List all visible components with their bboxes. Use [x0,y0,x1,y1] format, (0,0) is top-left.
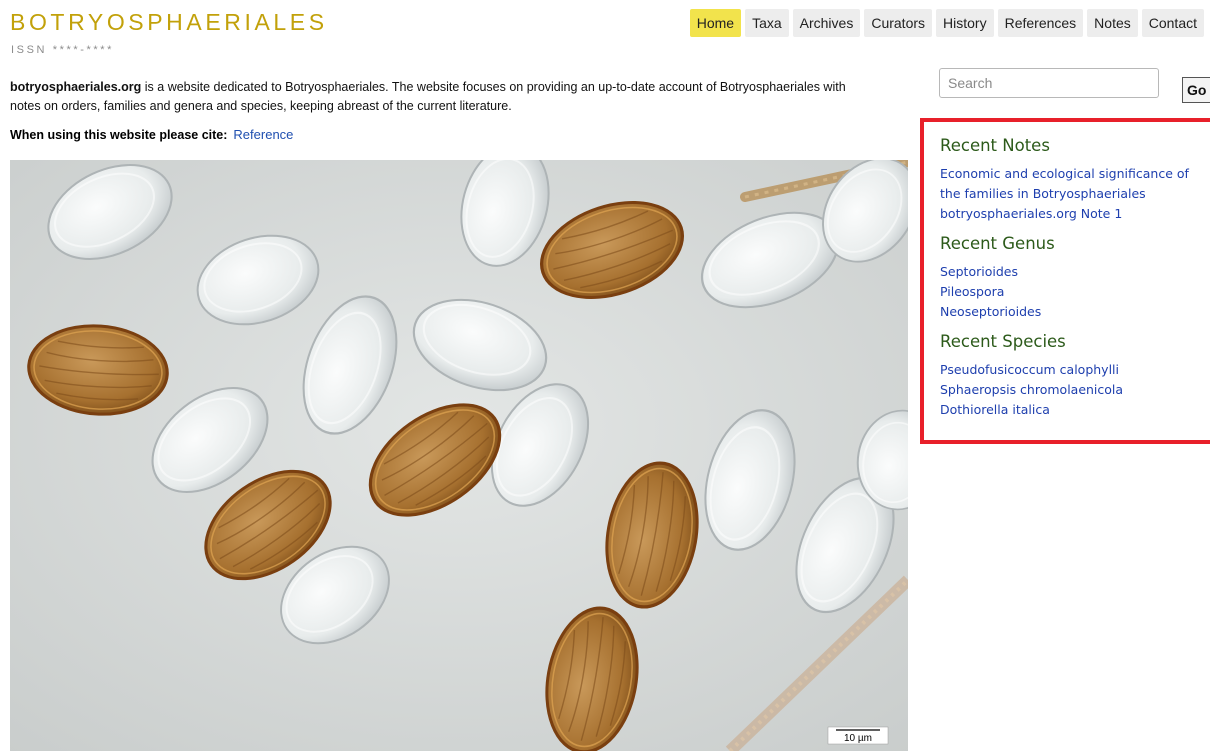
main-nav: Home Taxa Archives Curators History Refe… [689,9,1204,37]
citation-label: When using this website please cite: [10,128,228,142]
nav-contact[interactable]: Contact [1141,9,1204,37]
go-button[interactable]: Go [1182,77,1210,103]
issn-label: ISSN ****-**** [11,44,115,56]
nav-references[interactable]: References [997,9,1084,37]
nav-home[interactable]: Home [689,9,742,37]
recent-species-list: Pseudofusicoccum calophylli Sphaeropsis … [940,360,1210,420]
nav-notes[interactable]: Notes [1087,9,1138,37]
citation-line: When using this website please cite: Refe… [10,127,293,142]
search-input[interactable] [939,68,1159,98]
nav-archives[interactable]: Archives [792,9,861,37]
recent-genus-link[interactable]: Septorioides [940,262,1210,282]
recent-genus-link[interactable]: Neoseptorioides [940,302,1210,322]
recent-sidebar: Recent Notes Economic and ecological sig… [920,118,1210,444]
intro-paragraph: botryosphaeriales.org is a website dedic… [10,78,870,116]
recent-genus-heading: Recent Genus [940,234,1055,253]
recent-notes-heading: Recent Notes [940,136,1050,155]
scale-bar-label: 10 µm [844,733,872,744]
recent-notes-list: Economic and ecological significance of … [940,164,1210,224]
micrograph-illustration: 10 µm [10,160,908,751]
recent-species-link[interactable]: Dothiorella italica [940,400,1210,420]
recent-species-link[interactable]: Sphaeropsis chromolaenicola [940,380,1210,400]
recent-genus-list: Septorioides Pileospora Neoseptorioides [940,262,1210,322]
reference-link[interactable]: Reference [233,127,293,142]
recent-species-link[interactable]: Pseudofusicoccum calophylli [940,360,1210,380]
recent-note-line[interactable]: Economic and ecological significance of [940,164,1210,184]
recent-genus-link[interactable]: Pileospora [940,282,1210,302]
site-name: botryosphaeriales.org [10,80,142,94]
recent-species-heading: Recent Species [940,332,1066,351]
recent-note-line[interactable]: botryosphaeriales.org Note 1 [940,204,1210,224]
hero-micrograph: 10 µm [10,160,908,751]
nav-history[interactable]: History [936,9,994,37]
nav-curators[interactable]: Curators [864,9,933,37]
site-logo[interactable]: BOTRYOSPHAERIALES [10,9,328,36]
recent-note-line[interactable]: the families in Botryosphaeriales [940,184,1210,204]
nav-taxa[interactable]: Taxa [745,9,789,37]
